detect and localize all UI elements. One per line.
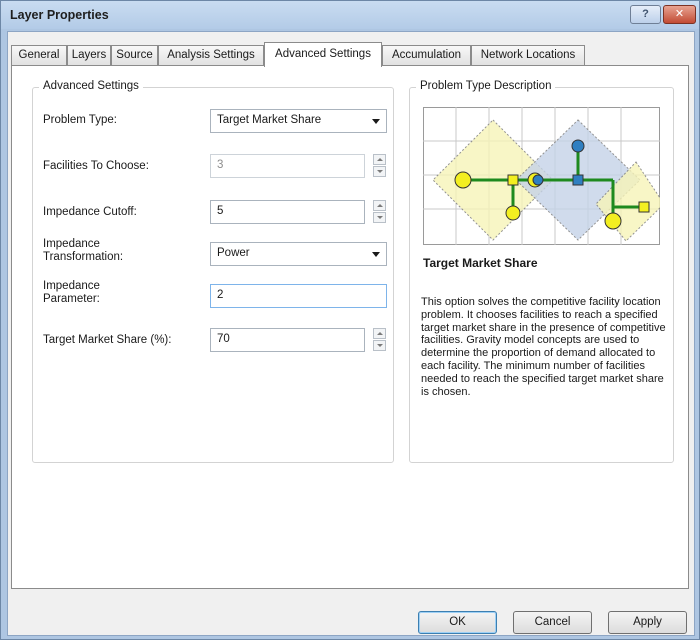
tab-analysis-settings[interactable]: Analysis Settings xyxy=(158,45,264,66)
apply-button[interactable]: Apply xyxy=(608,611,687,634)
target-market-share-field[interactable]: 70 xyxy=(210,328,365,352)
facilities-to-choose-field: 3 xyxy=(210,154,365,178)
blue-demand-point xyxy=(571,139,585,153)
tab-accumulation[interactable]: Accumulation xyxy=(382,45,471,66)
impedance-parameter-label-line1: Impedance xyxy=(43,280,100,292)
impedance-transformation-label-line2: Transformation: xyxy=(43,251,124,263)
yellow-demand-point xyxy=(604,212,622,230)
tab-general[interactable]: General xyxy=(11,45,67,66)
advanced-settings-panel: Advanced Settings Problem Type: Target M… xyxy=(11,65,689,589)
spin-up-icon[interactable] xyxy=(373,328,386,339)
dialog-client: General Layers Source Analysis Settings … xyxy=(7,31,695,636)
impedance-transformation-value: Power xyxy=(217,247,250,259)
layer-properties-window: Layer Properties ? ✕ General Layers Sour… xyxy=(0,0,700,640)
description-title: Target Market Share xyxy=(423,256,538,270)
close-button[interactable]: ✕ xyxy=(663,5,696,24)
facilities-to-choose-stepper xyxy=(373,154,386,178)
chevron-down-icon xyxy=(372,119,380,124)
problem-type-description-group: Problem Type Description Target Market S… xyxy=(409,80,674,463)
ok-button[interactable]: OK xyxy=(418,611,497,634)
impedance-cutoff-label: Impedance Cutoff: xyxy=(43,206,137,218)
yellow-facility-marker xyxy=(638,201,650,213)
impedance-transformation-label-line1: Impedance xyxy=(43,238,100,250)
title-bar[interactable]: Layer Properties ? ✕ xyxy=(1,1,699,29)
impedance-transformation-select[interactable]: Power xyxy=(210,242,387,266)
target-market-share-label: Target Market Share (%): xyxy=(43,334,172,346)
tab-network-locations[interactable]: Network Locations xyxy=(471,45,585,66)
spin-down-icon[interactable] xyxy=(373,340,386,351)
advanced-settings-legend: Advanced Settings xyxy=(39,80,143,92)
yellow-demand-point xyxy=(454,171,472,189)
problem-type-description-legend: Problem Type Description xyxy=(416,80,556,92)
cancel-button[interactable]: Cancel xyxy=(513,611,592,634)
chevron-down-icon xyxy=(372,252,380,257)
advanced-settings-group: Advanced Settings Problem Type: Target M… xyxy=(32,80,394,463)
problem-type-label: Problem Type: xyxy=(43,114,117,126)
description-text: This option solves the competitive facil… xyxy=(421,296,666,398)
window-title: Layer Properties xyxy=(10,8,109,22)
spin-up-icon xyxy=(373,154,386,165)
impedance-parameter-label-line2: Parameter: xyxy=(43,293,100,305)
problem-type-select[interactable]: Target Market Share xyxy=(210,109,387,133)
blue-facility-marker xyxy=(572,174,584,186)
impedance-cutoff-stepper[interactable] xyxy=(373,200,386,224)
impedance-parameter-field[interactable]: 2 xyxy=(210,284,387,308)
tab-source[interactable]: Source xyxy=(111,45,158,66)
tab-advanced-settings[interactable]: Advanced Settings xyxy=(264,42,382,67)
target-market-share-stepper[interactable] xyxy=(373,328,386,352)
problem-type-value: Target Market Share xyxy=(217,114,322,126)
facilities-to-choose-label: Facilities To Choose: xyxy=(43,160,149,172)
help-button[interactable]: ? xyxy=(630,5,661,24)
spin-down-icon xyxy=(373,166,386,177)
spin-up-icon[interactable] xyxy=(373,200,386,211)
impedance-cutoff-field[interactable]: 5 xyxy=(210,200,365,224)
blue-demand-point xyxy=(532,174,544,186)
yellow-facility-marker xyxy=(507,174,519,186)
tab-layers[interactable]: Layers xyxy=(67,45,111,66)
target-market-share-diagram xyxy=(423,107,660,245)
spin-down-icon[interactable] xyxy=(373,212,386,223)
yellow-demand-point xyxy=(505,205,521,221)
